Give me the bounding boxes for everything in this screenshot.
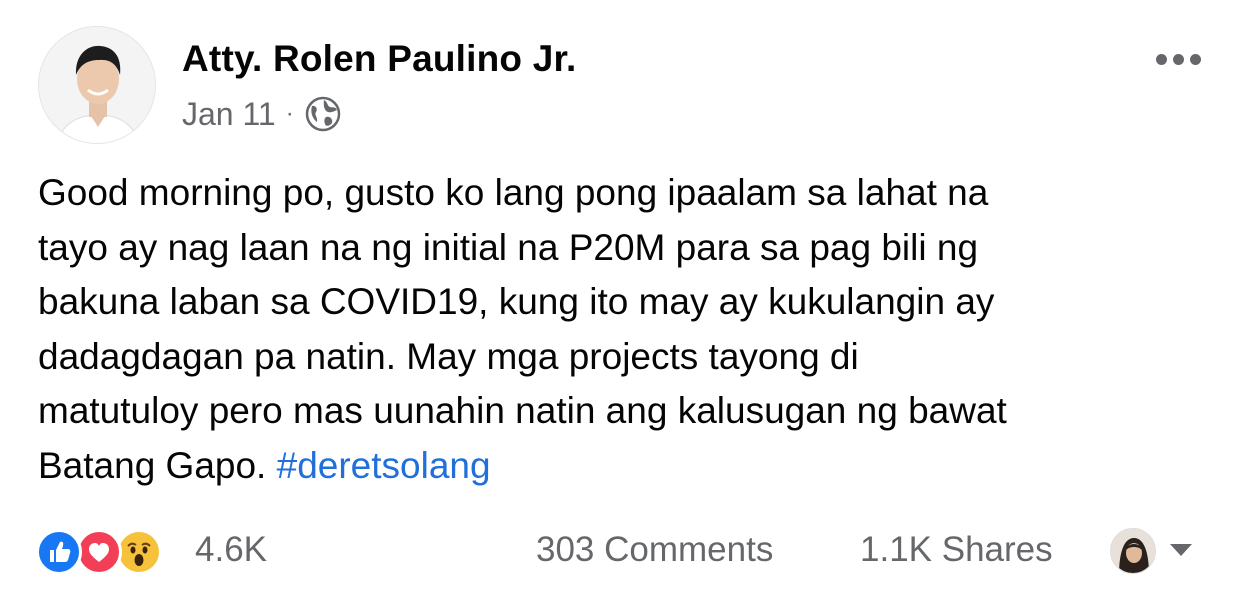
author-avatar[interactable] — [38, 26, 156, 144]
meta-separator: · — [285, 100, 294, 127]
reactions-summary[interactable] — [36, 529, 186, 575]
shares-count[interactable]: 1.1K Shares — [860, 530, 1053, 570]
post-date[interactable]: Jan 11 — [182, 96, 276, 133]
love-icon — [76, 529, 122, 575]
comments-count[interactable]: 303 Comments — [536, 530, 773, 570]
dot-icon — [1173, 54, 1184, 65]
more-options-button[interactable] — [1156, 54, 1201, 65]
wow-icon — [116, 529, 162, 575]
post-body: Good morning po, gusto ko lang pong ipaa… — [38, 166, 1218, 493]
chevron-down-icon[interactable] — [1168, 541, 1194, 564]
globe-icon[interactable] — [304, 95, 342, 133]
author-name[interactable]: Atty. Rolen Paulino Jr. — [182, 38, 577, 80]
like-icon — [36, 529, 82, 575]
dot-icon — [1190, 54, 1201, 65]
post-meta: Jan 11 · — [182, 94, 342, 134]
hashtag-link[interactable]: #deretsolang — [277, 445, 491, 486]
dot-icon — [1156, 54, 1167, 65]
engagement-bar: 4.6K 303 Comments 1.1K Shares — [0, 523, 1242, 583]
post-text: Good morning po, gusto ko lang pong ipaa… — [38, 172, 1007, 486]
reaction-count[interactable]: 4.6K — [195, 530, 267, 570]
viewer-avatar — [1110, 528, 1156, 574]
